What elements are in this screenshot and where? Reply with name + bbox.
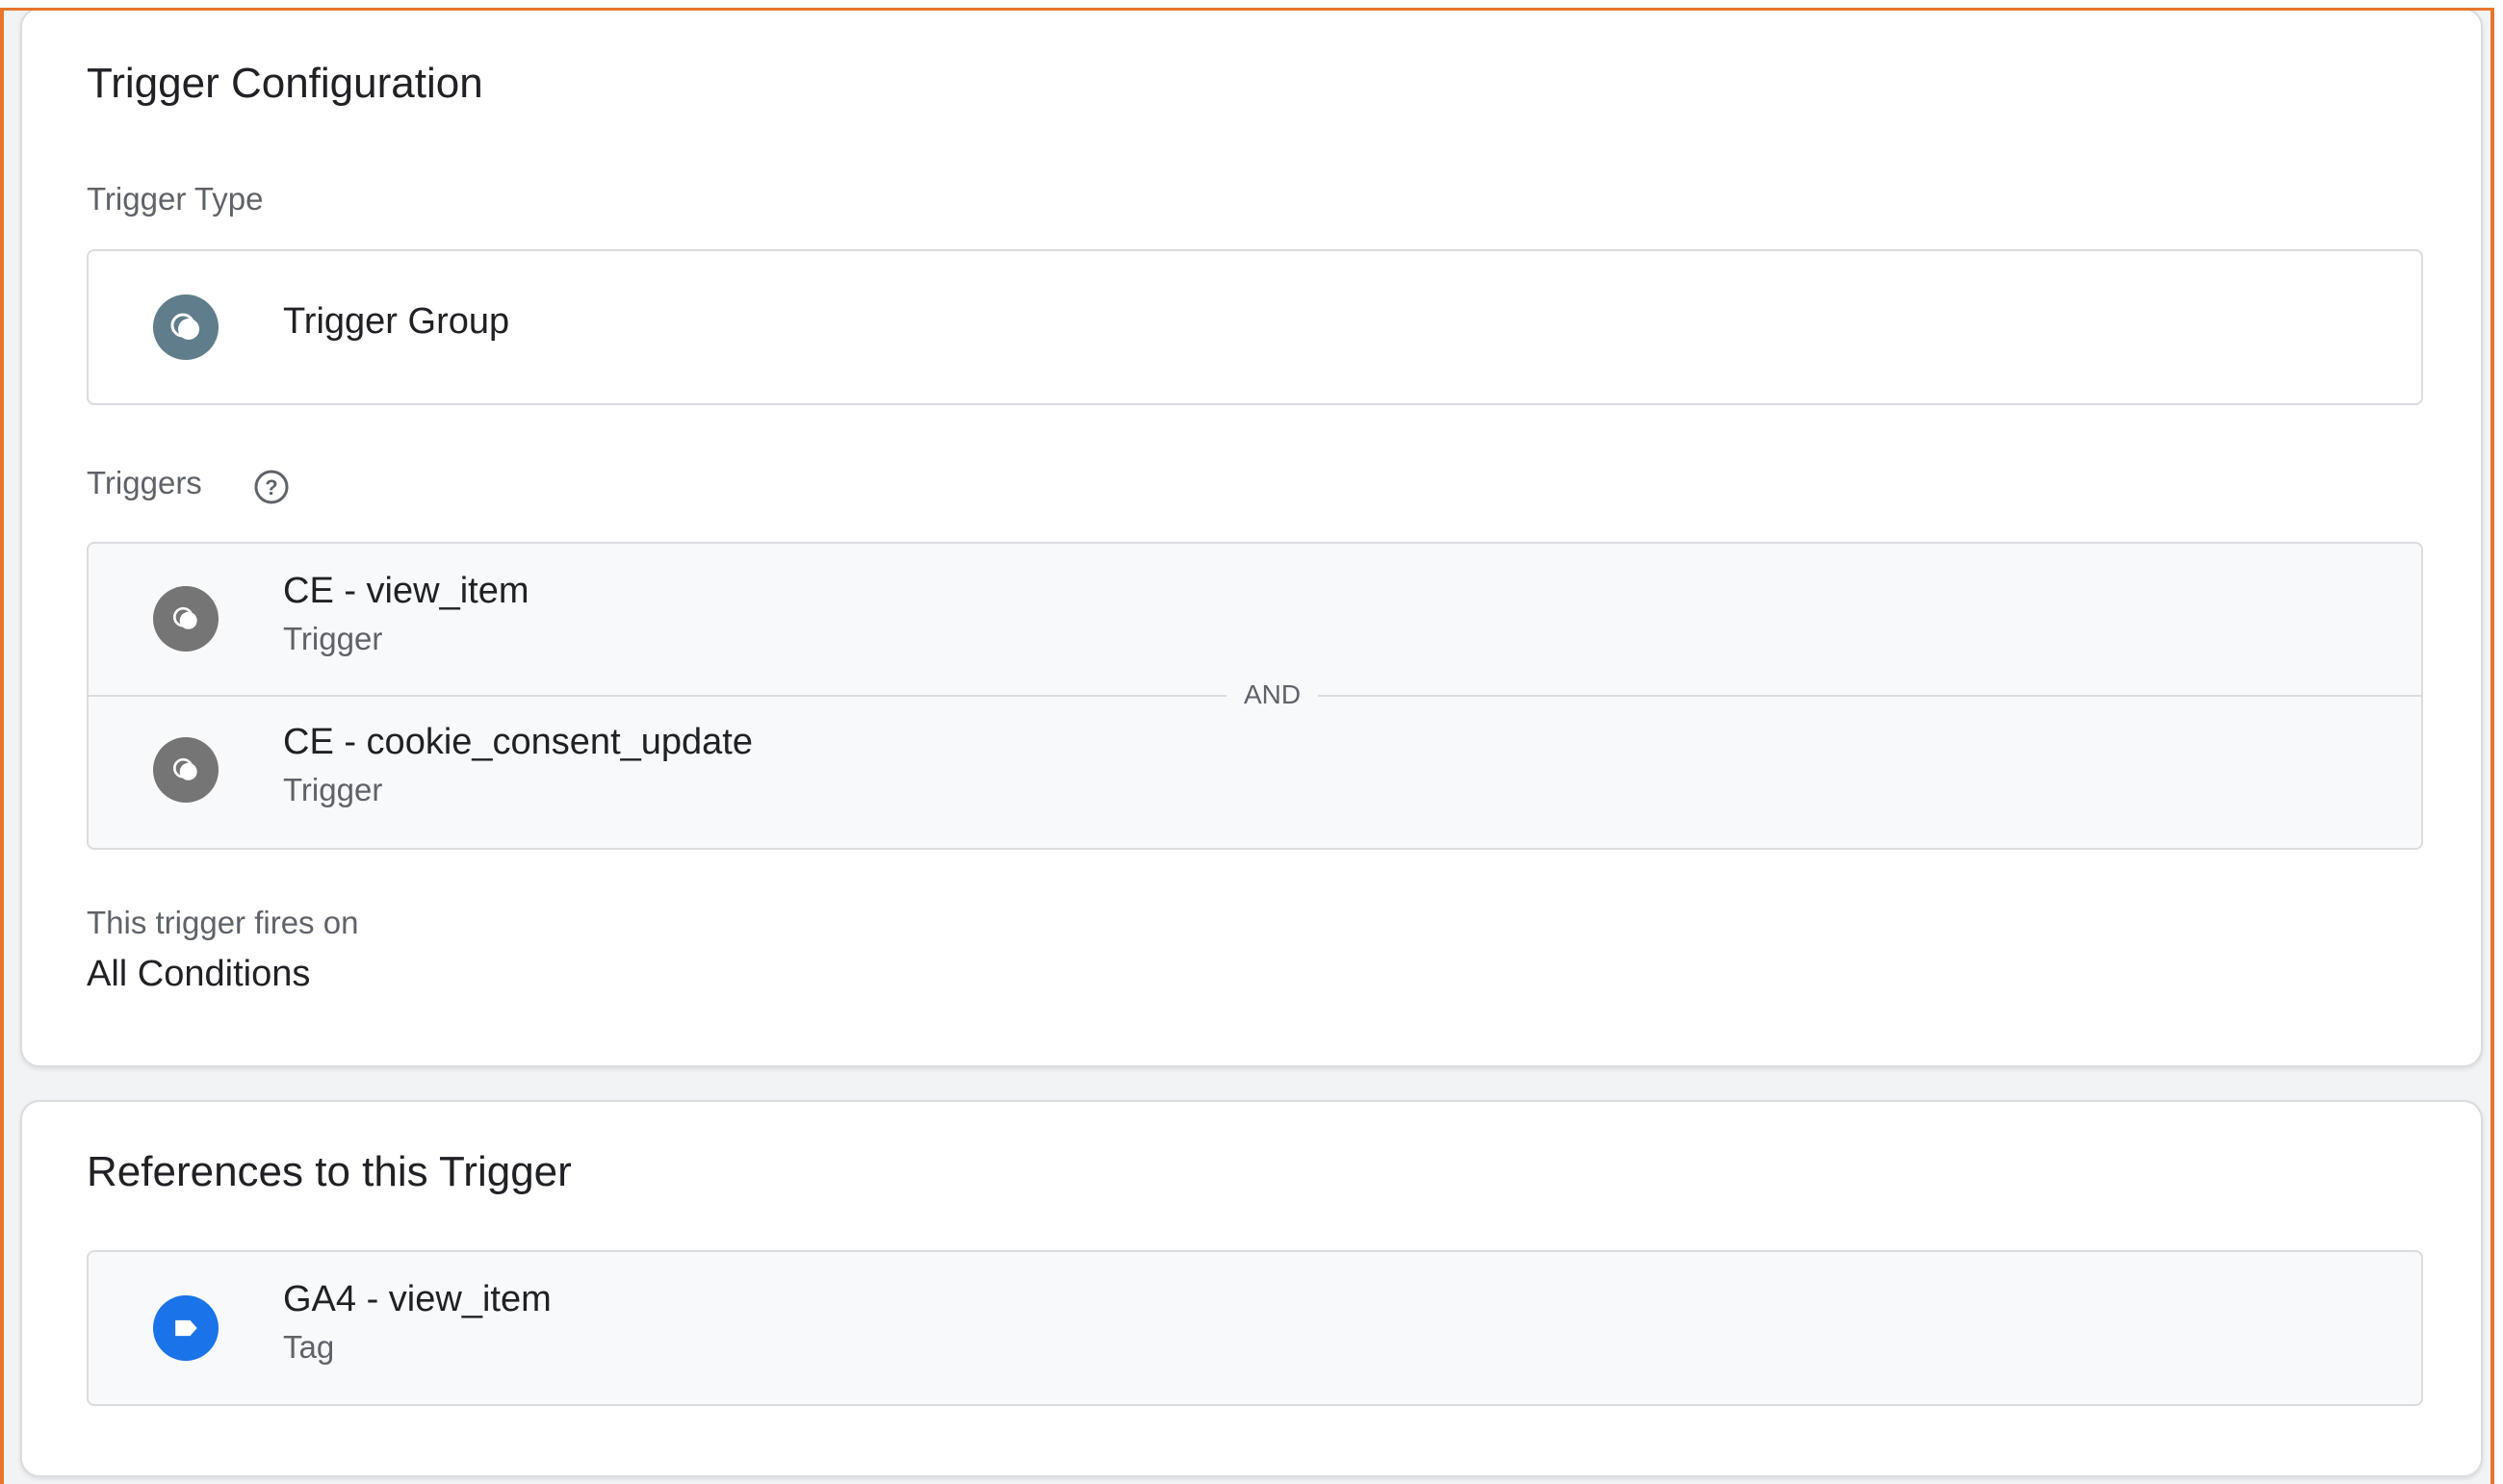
- trigger-configuration-card: Trigger Configuration Trigger Type Trigg…: [20, 11, 2483, 1067]
- trigger-item[interactable]: CE - cookie_consent_update Trigger: [89, 697, 2421, 848]
- trigger-type-label: Trigger Type: [87, 181, 264, 217]
- reference-kind: Tag: [283, 1329, 335, 1365]
- trigger-group-icon: [153, 294, 219, 360]
- fires-on-label: This trigger fires on: [87, 905, 359, 940]
- trigger-type-selector[interactable]: Trigger Group: [87, 249, 2423, 405]
- trigger-kind: Trigger: [283, 621, 383, 656]
- trigger-icon: [153, 737, 219, 803]
- trigger-name: CE - cookie_consent_update: [283, 722, 753, 762]
- references-card: References to this Trigger GA4 - view_it…: [20, 1100, 2483, 1477]
- trigger-kind: Trigger: [283, 772, 383, 807]
- reference-name: GA4 - view_item: [283, 1279, 552, 1319]
- trigger-icon: [153, 586, 219, 652]
- triggers-label: Triggers: [87, 465, 202, 500]
- app-frame: Trigger Configuration Trigger Type Trigg…: [0, 8, 2494, 1484]
- fires-on-value: All Conditions: [87, 954, 311, 994]
- trigger-name: CE - view_item: [283, 571, 529, 611]
- triggers-list: CE - view_item Trigger AND CE - cookie_c…: [87, 542, 2423, 850]
- help-icon[interactable]: ?: [252, 468, 291, 506]
- svg-text:?: ?: [265, 475, 277, 499]
- references-title: References to this Trigger: [87, 1148, 572, 1195]
- tag-icon: [153, 1295, 219, 1361]
- reference-item[interactable]: GA4 - view_item Tag: [87, 1250, 2423, 1406]
- card-title: Trigger Configuration: [87, 60, 483, 107]
- trigger-item[interactable]: CE - view_item Trigger: [89, 544, 2421, 695]
- trigger-type-name: Trigger Group: [283, 301, 510, 342]
